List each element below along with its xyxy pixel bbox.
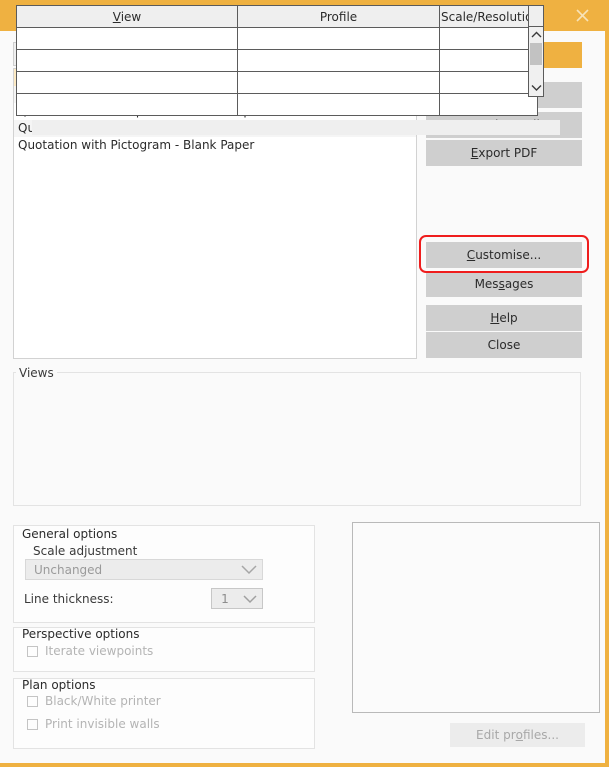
- scale-adjustment-value: Unchanged: [34, 562, 103, 577]
- chevron-down-icon: [238, 594, 262, 604]
- black-white-printer-label: Black/White printer: [45, 694, 161, 708]
- close-button[interactable]: Close: [426, 332, 582, 358]
- views-scrollbar-cap: [529, 6, 543, 27]
- views-table-wrap: View Profile Scale/Resolution: [16, 5, 560, 135]
- scale-adjustment-label: Scale adjustment: [33, 544, 138, 558]
- table-row[interactable]: [16, 49, 538, 72]
- views-scrollbar-thumb[interactable]: [530, 43, 542, 65]
- iterate-viewpoints-label: Iterate viewpoints: [45, 644, 154, 658]
- perspective-options-title: Perspective options: [22, 627, 140, 641]
- views-group-label: Views: [16, 366, 57, 380]
- checkbox-box: [27, 645, 38, 657]
- table-cell[interactable]: [439, 49, 538, 72]
- messages-button[interactable]: Mes s ages: [426, 271, 582, 297]
- customise-button[interactable]: Customise...: [426, 242, 582, 268]
- form-preview-pane: [352, 522, 600, 713]
- views-table-footer: [32, 120, 560, 135]
- line-thickness-label: Line thickness:: [24, 592, 114, 606]
- export-pdf-button[interactable]: Export PDF: [426, 140, 582, 166]
- general-options-title: General options: [22, 527, 118, 541]
- line-thickness-value: 1: [221, 591, 229, 606]
- views-table-header-row: View Profile Scale/Resolution: [16, 5, 540, 28]
- checkbox-box: [27, 718, 38, 730]
- chevron-down-icon[interactable]: [529, 80, 543, 94]
- table-cell[interactable]: [237, 49, 440, 72]
- table-cell[interactable]: [439, 93, 538, 116]
- table-cell[interactable]: [16, 27, 238, 50]
- table-row[interactable]: [16, 27, 538, 50]
- table-cell[interactable]: [237, 93, 440, 116]
- list-item[interactable]: Quotation with Pictogram - Blank Paper: [14, 137, 416, 154]
- chevron-up-icon[interactable]: [529, 27, 543, 41]
- table-cell[interactable]: [16, 49, 238, 72]
- table-cell[interactable]: [439, 27, 538, 50]
- line-thickness-select[interactable]: 1: [211, 588, 263, 609]
- table-cell[interactable]: [439, 71, 538, 94]
- print-invisible-walls-label: Print invisible walls: [45, 717, 160, 731]
- chevron-down-icon: [236, 564, 262, 575]
- select-form-dialog: Select form: Quotation Show all elements…: [0, 0, 609, 767]
- print-invisible-walls-checkbox[interactable]: Print invisible walls: [27, 717, 160, 731]
- views-scrollbar[interactable]: [528, 5, 544, 97]
- table-cell[interactable]: [237, 27, 440, 50]
- table-cell[interactable]: [16, 93, 238, 116]
- views-column-header[interactable]: View: [16, 5, 238, 28]
- views-group: [13, 372, 581, 506]
- close-icon[interactable]: [565, 0, 599, 31]
- edit-profiles-button[interactable]: Edit pr o files...: [450, 723, 585, 747]
- scale-adjustment-select[interactable]: Unchanged: [25, 559, 263, 580]
- views-table-body: [16, 27, 538, 116]
- table-cell[interactable]: [237, 71, 440, 94]
- iterate-viewpoints-checkbox[interactable]: Iterate viewpoints: [27, 644, 153, 658]
- black-white-printer-checkbox[interactable]: Black/White printer: [27, 694, 161, 708]
- views-column-header[interactable]: Scale/Resolution: [439, 5, 540, 28]
- plan-options-title: Plan options: [22, 678, 96, 692]
- views-column-header[interactable]: Profile: [237, 5, 440, 28]
- table-row[interactable]: [16, 93, 538, 116]
- table-cell[interactable]: [16, 71, 238, 94]
- checkbox-box: [27, 695, 38, 707]
- help-button[interactable]: Help: [426, 305, 582, 331]
- table-row[interactable]: [16, 71, 538, 94]
- views-table: View Profile Scale/Resolution: [16, 5, 540, 116]
